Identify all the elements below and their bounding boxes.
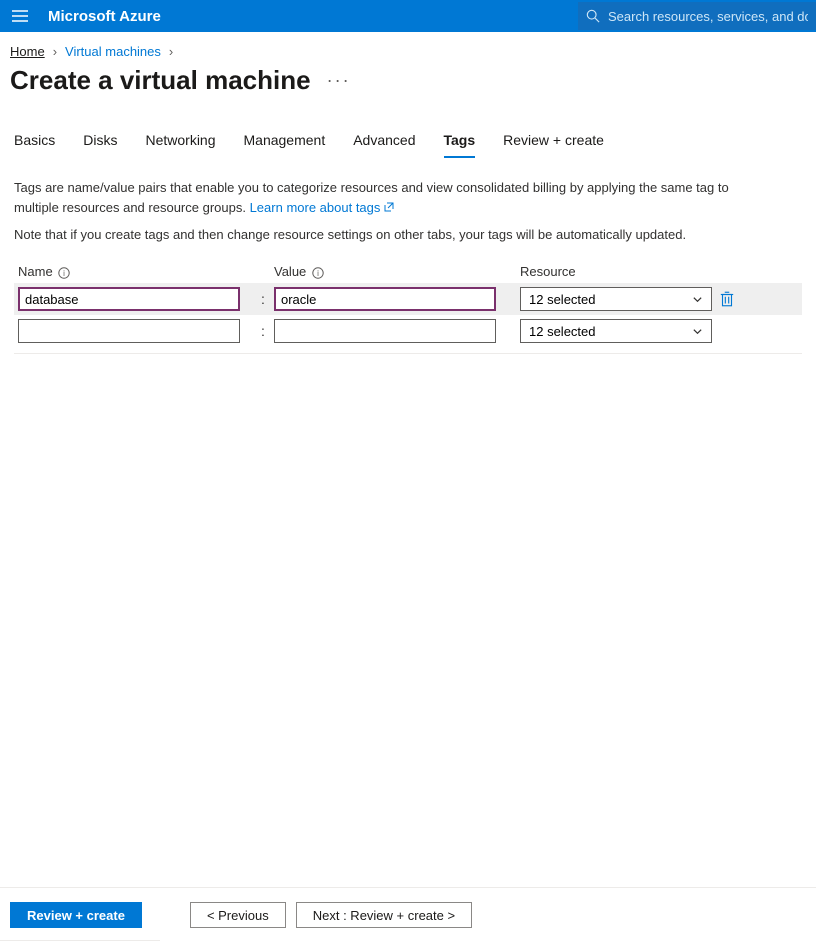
previous-button[interactable]: < Previous xyxy=(190,902,286,928)
search-icon xyxy=(586,9,600,23)
tags-description: Tags are name/value pairs that enable yo… xyxy=(0,158,780,217)
tag-name-input[interactable] xyxy=(18,319,240,343)
colon-separator: : xyxy=(252,291,274,307)
tab-disks[interactable]: Disks xyxy=(83,122,117,158)
tabs: Basics Disks Networking Management Advan… xyxy=(0,122,816,158)
tab-management[interactable]: Management xyxy=(244,122,326,158)
breadcrumb-separator: › xyxy=(169,44,173,59)
tag-value-input[interactable] xyxy=(274,287,496,311)
breadcrumb-virtual-machines[interactable]: Virtual machines xyxy=(65,44,161,59)
svg-text:i: i xyxy=(63,269,65,278)
tag-name-input[interactable] xyxy=(18,287,240,311)
breadcrumb: Home › Virtual machines › xyxy=(0,32,816,59)
info-icon[interactable]: i xyxy=(312,267,324,279)
breadcrumb-separator: › xyxy=(53,44,57,59)
breadcrumb-home[interactable]: Home xyxy=(10,44,45,59)
tag-header-resource: Resource xyxy=(520,264,576,279)
learn-more-link[interactable]: Learn more about tags xyxy=(250,200,394,215)
tab-basics[interactable]: Basics xyxy=(14,122,55,158)
tag-table: Name i Value i Resource : 12 selected xyxy=(14,264,802,354)
global-search-input[interactable]: Search resources, services, and docs (G+… xyxy=(578,2,816,30)
tag-header-value: Value xyxy=(274,264,306,279)
delete-tag-button[interactable] xyxy=(718,290,736,308)
topbar: Microsoft Azure Search resources, servic… xyxy=(0,0,816,32)
svg-text:i: i xyxy=(317,269,319,278)
chevron-down-icon xyxy=(692,294,703,305)
brand-title: Microsoft Azure xyxy=(40,8,161,25)
hamburger-icon xyxy=(12,10,28,22)
search-placeholder: Search resources, services, and docs (G+… xyxy=(608,9,808,24)
tab-networking[interactable]: Networking xyxy=(145,122,215,158)
next-button[interactable]: Next : Review + create > xyxy=(296,902,472,928)
footer: Review + create < Previous Next : Review… xyxy=(0,887,816,928)
table-divider xyxy=(14,353,802,354)
table-row: : 12 selected xyxy=(14,283,802,315)
external-link-icon xyxy=(384,202,394,212)
hamburger-menu-button[interactable] xyxy=(0,0,40,32)
tag-resource-select[interactable]: 12 selected xyxy=(520,287,712,311)
info-icon[interactable]: i xyxy=(58,267,70,279)
tag-value-input[interactable] xyxy=(274,319,496,343)
colon-separator: : xyxy=(252,323,274,339)
tag-resource-select[interactable]: 12 selected xyxy=(520,319,712,343)
tab-review-create[interactable]: Review + create xyxy=(503,122,604,158)
table-row: : 12 selected xyxy=(14,315,802,347)
tag-header-row: Name i Value i Resource xyxy=(14,264,802,279)
tab-advanced[interactable]: Advanced xyxy=(353,122,415,158)
tab-tags[interactable]: Tags xyxy=(444,122,476,158)
page-title: Create a virtual machine xyxy=(10,65,311,96)
review-create-button[interactable]: Review + create xyxy=(10,902,142,928)
more-actions-button[interactable]: ··· xyxy=(327,70,351,91)
tags-note: Note that if you create tags and then ch… xyxy=(0,217,780,242)
chevron-down-icon xyxy=(692,326,703,337)
tag-header-name: Name xyxy=(18,264,53,279)
title-row: Create a virtual machine ··· xyxy=(0,59,816,122)
